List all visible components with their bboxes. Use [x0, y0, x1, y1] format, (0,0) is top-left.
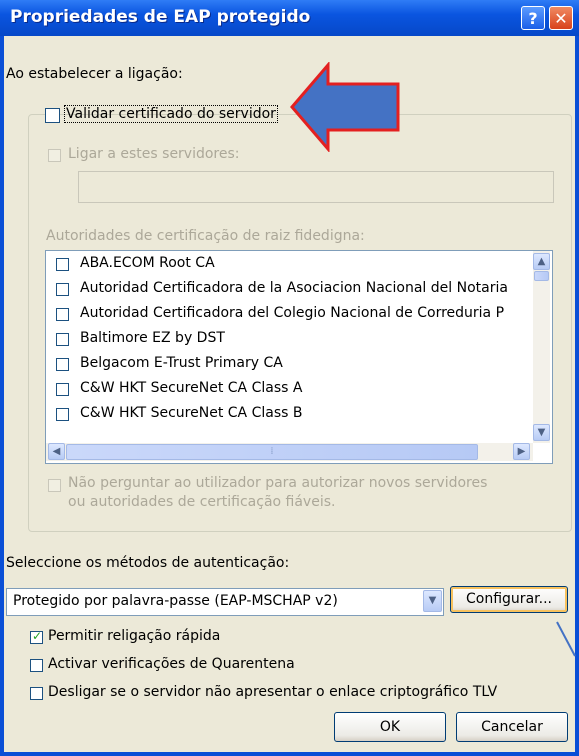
list-item-checkbox[interactable] — [56, 283, 69, 296]
servers-input[interactable] — [78, 171, 554, 203]
annotation-arrow-icon — [290, 62, 400, 152]
list-item-checkbox[interactable] — [56, 358, 69, 371]
list-item-checkbox[interactable] — [56, 383, 69, 396]
help-button[interactable]: ? — [521, 6, 545, 30]
tlv-checkbox[interactable] — [30, 687, 43, 700]
connect-heading: Ao estabelecer a ligação: — [6, 66, 183, 82]
configure-button[interactable]: Configurar... — [450, 586, 568, 613]
list-item[interactable]: C&W HKT SecureNet CA Class B — [46, 403, 516, 428]
quarantine-checkbox[interactable] — [30, 659, 43, 672]
list-item-label: Belgacom E-Trust Primary CA — [80, 355, 283, 371]
no-prompt-label-line2: ou autoridades de certificação fiáveis. — [68, 494, 336, 510]
list-item[interactable]: Autoridad Certificadora del Colegio Naci… — [46, 303, 516, 328]
horizontal-scroll-thumb[interactable]: ⁞ — [66, 444, 478, 460]
trusted-roots-label: Autoridades de certificação de raiz fide… — [46, 228, 365, 244]
list-item-checkbox[interactable] — [56, 258, 69, 271]
annotation-line-icon — [556, 621, 576, 657]
scroll-up-icon[interactable]: ▲ — [533, 253, 550, 270]
auth-method-value: Protegido por palavra-passe (EAP-MSCHAP … — [13, 593, 338, 609]
list-item[interactable]: C&W HKT SecureNet CA Class A — [46, 378, 516, 403]
ok-button[interactable]: OK — [334, 712, 446, 742]
connect-servers-label: Ligar a estes servidores: — [68, 146, 240, 162]
no-prompt-checkbox[interactable] — [48, 479, 61, 492]
horizontal-scrollbar[interactable]: ◀ ⁞ ▶ — [46, 443, 533, 461]
quarantine-label[interactable]: Activar verificações de Quarentena — [48, 656, 295, 672]
close-button[interactable]: ✕ — [549, 6, 573, 30]
trusted-roots-list[interactable]: ABA.ECOM Root CA Autoridad Certificadora… — [45, 250, 553, 464]
auth-method-select[interactable]: Protegido por palavra-passe (EAP-MSCHAP … — [6, 588, 444, 616]
validate-cert-label[interactable]: Validar certificado do servidor — [64, 105, 278, 123]
scroll-right-icon[interactable]: ▶ — [513, 443, 530, 460]
list-item[interactable]: Baltimore EZ by DST — [46, 328, 516, 353]
list-item-label: Autoridad Certificadora de la Asociacion… — [80, 280, 508, 296]
auth-methods-label: Seleccione os métodos de autenticação: — [6, 555, 290, 571]
vertical-scrollbar[interactable]: ▲ ▼ — [533, 251, 550, 443]
list-item[interactable]: Autoridad Certificadora de la Asociacion… — [46, 278, 516, 303]
list-item-label: C&W HKT SecureNet CA Class A — [80, 380, 303, 396]
list-item-checkbox[interactable] — [56, 408, 69, 421]
list-item-label: Baltimore EZ by DST — [80, 330, 225, 346]
list-item-label: Autoridad Certificadora del Colegio Naci… — [80, 305, 505, 321]
list-item[interactable]: ABA.ECOM Root CA — [46, 253, 516, 278]
list-item[interactable]: Belgacom E-Trust Primary CA — [46, 353, 516, 378]
eap-properties-window: Propriedades de EAP protegido ? ✕ Ao est… — [0, 0, 579, 756]
connect-servers-checkbox[interactable] — [48, 149, 61, 162]
cancel-button[interactable]: Cancelar — [456, 712, 568, 742]
fast-reconnect-checkbox[interactable]: ✓ — [30, 629, 43, 644]
list-item-label: C&W HKT SecureNet CA Class B — [80, 405, 303, 421]
list-item-checkbox[interactable] — [56, 333, 69, 346]
vertical-scroll-thumb[interactable] — [534, 271, 549, 281]
fast-reconnect-label[interactable]: Permitir religação rápida — [48, 628, 220, 644]
window-title: Propriedades de EAP protegido — [10, 7, 311, 27]
scroll-down-icon[interactable]: ▼ — [533, 424, 550, 441]
chevron-down-icon[interactable]: ▼ — [423, 590, 442, 612]
tlv-label[interactable]: Desligar se o servidor não apresentar o … — [48, 684, 497, 700]
check-icon: ✓ — [32, 629, 43, 643]
list-item-checkbox[interactable] — [56, 308, 69, 321]
title-bar[interactable]: Propriedades de EAP protegido ? ✕ — [0, 0, 579, 36]
list-item-label: ABA.ECOM Root CA — [80, 255, 215, 271]
no-prompt-label-line1: Não perguntar ao utilizador para autoriz… — [68, 475, 488, 491]
scroll-left-icon[interactable]: ◀ — [48, 443, 65, 460]
validate-cert-checkbox[interactable] — [45, 108, 60, 123]
